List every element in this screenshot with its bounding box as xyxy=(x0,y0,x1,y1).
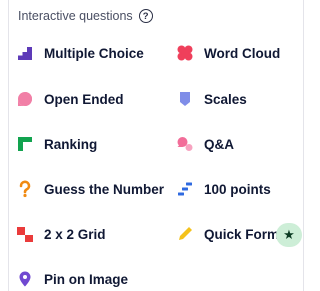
question-type-label: Pin on Image xyxy=(44,271,129,287)
grid-2x2-icon xyxy=(16,225,34,243)
help-glyph: ? xyxy=(142,10,149,22)
question-type-2x2-grid[interactable]: 2 x 2 Grid xyxy=(16,222,106,246)
question-type-open-ended[interactable]: Open Ended xyxy=(16,87,124,111)
cloud-cluster-icon xyxy=(176,44,194,62)
question-type-guess-the-number[interactable]: Guess the Number xyxy=(16,177,164,201)
question-type-label: Ranking xyxy=(44,136,98,152)
question-type-word-cloud[interactable]: Word Cloud xyxy=(176,41,280,65)
question-type-label: 100 points xyxy=(204,181,271,197)
question-type-label: Multiple Choice xyxy=(44,45,144,61)
question-circle-icon[interactable]: ? xyxy=(138,9,153,23)
location-pin-icon xyxy=(16,270,34,288)
question-type-quick-form[interactable]: Quick Form xyxy=(176,222,279,246)
speech-bubble-icon xyxy=(16,90,34,108)
question-type-multiple-choice[interactable]: Multiple Choice xyxy=(16,41,144,65)
question-type-label: Quick Form xyxy=(204,226,280,242)
bar-chart-icon xyxy=(16,44,34,62)
question-type-label: Open Ended xyxy=(44,91,124,107)
question-type-label: 2 x 2 Grid xyxy=(44,226,106,242)
question-type-label: Scales xyxy=(204,91,247,107)
quick-form-star-badge[interactable]: ★ xyxy=(276,223,302,247)
question-type-label: Q&A xyxy=(204,136,234,152)
question-type-scales[interactable]: Scales xyxy=(176,87,247,111)
section-header: Interactive questions ? xyxy=(18,9,153,23)
question-type-label: Word Cloud xyxy=(204,45,281,61)
question-mark-icon xyxy=(16,180,34,198)
scales-icon xyxy=(176,90,194,108)
question-type-100-points[interactable]: 100 points xyxy=(176,177,271,201)
star-icon: ★ xyxy=(283,227,295,242)
pencil-icon xyxy=(176,225,194,243)
question-type-pin-on-image[interactable]: Pin on Image xyxy=(16,267,128,291)
question-type-label: Guess the Number xyxy=(44,181,165,197)
question-type-ranking[interactable]: Ranking xyxy=(16,132,97,156)
staircase-bars-icon xyxy=(176,180,194,198)
qa-bubbles-icon xyxy=(176,135,194,153)
question-type-qa[interactable]: Q&A xyxy=(176,132,234,156)
section-title: Interactive questions xyxy=(18,9,133,23)
ranking-icon xyxy=(16,135,34,153)
